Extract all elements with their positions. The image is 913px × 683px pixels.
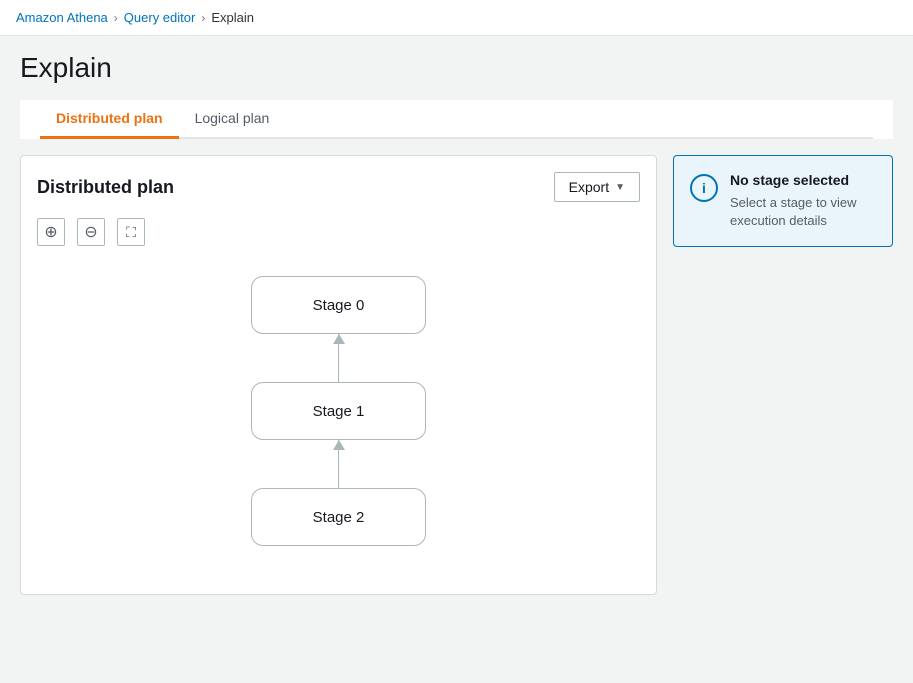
stage-1-box[interactable]: Stage 1	[251, 382, 426, 440]
plan-panel-title: Distributed plan	[37, 177, 174, 198]
info-icon: i	[690, 174, 718, 202]
stage-2-label: Stage 2	[313, 509, 365, 526]
info-description: Select a stage to view execution details	[730, 194, 876, 230]
stage-0-label: Stage 0	[313, 297, 365, 314]
fit-icon: ⛶	[126, 224, 136, 241]
tab-logical-plan[interactable]: Logical plan	[179, 100, 286, 139]
export-chevron-icon: ▼	[615, 182, 625, 193]
breadcrumb-sep-1: ›	[114, 11, 118, 25]
stage-0-box[interactable]: Stage 0	[251, 276, 426, 334]
zoom-out-icon: ⊖	[84, 222, 97, 242]
zoom-in-button[interactable]: ⊕	[37, 218, 65, 246]
page-container: Explain Distributed plan Logical plan Di…	[0, 36, 913, 611]
stage-arrow-0-1	[338, 334, 339, 382]
breadcrumb: Amazon Athena › Query editor › Explain	[0, 0, 913, 36]
info-panel: i No stage selected Select a stage to vi…	[673, 155, 893, 247]
info-title: No stage selected	[730, 172, 876, 188]
stage-1-label: Stage 1	[313, 403, 365, 420]
stage-diagram: Stage 0 Stage 1 Stage 2	[37, 266, 640, 546]
breadcrumb-amazon-athena[interactable]: Amazon Athena	[16, 10, 108, 25]
main-content: Distributed plan Export ▼ ⊕ ⊖ ⛶	[20, 155, 893, 595]
distributed-plan-panel: Distributed plan Export ▼ ⊕ ⊖ ⛶	[20, 155, 657, 595]
tabs-container: Distributed plan Logical plan	[20, 100, 893, 139]
plan-panel-header: Distributed plan Export ▼	[37, 172, 640, 202]
zoom-out-button[interactable]: ⊖	[77, 218, 105, 246]
fit-view-button[interactable]: ⛶	[117, 218, 145, 246]
stage-arrow-1-2	[338, 440, 339, 488]
zoom-in-icon: ⊕	[44, 222, 57, 242]
info-text: No stage selected Select a stage to view…	[730, 172, 876, 230]
tabs-bar: Distributed plan Logical plan	[40, 100, 873, 139]
tab-distributed-plan[interactable]: Distributed plan	[40, 100, 179, 139]
breadcrumb-explain: Explain	[211, 10, 254, 25]
zoom-controls: ⊕ ⊖ ⛶	[37, 218, 640, 246]
breadcrumb-sep-2: ›	[201, 11, 205, 25]
stage-2-box[interactable]: Stage 2	[251, 488, 426, 546]
export-button[interactable]: Export ▼	[554, 172, 640, 202]
page-title: Explain	[20, 52, 893, 84]
export-label: Export	[569, 179, 609, 195]
breadcrumb-query-editor[interactable]: Query editor	[124, 10, 196, 25]
